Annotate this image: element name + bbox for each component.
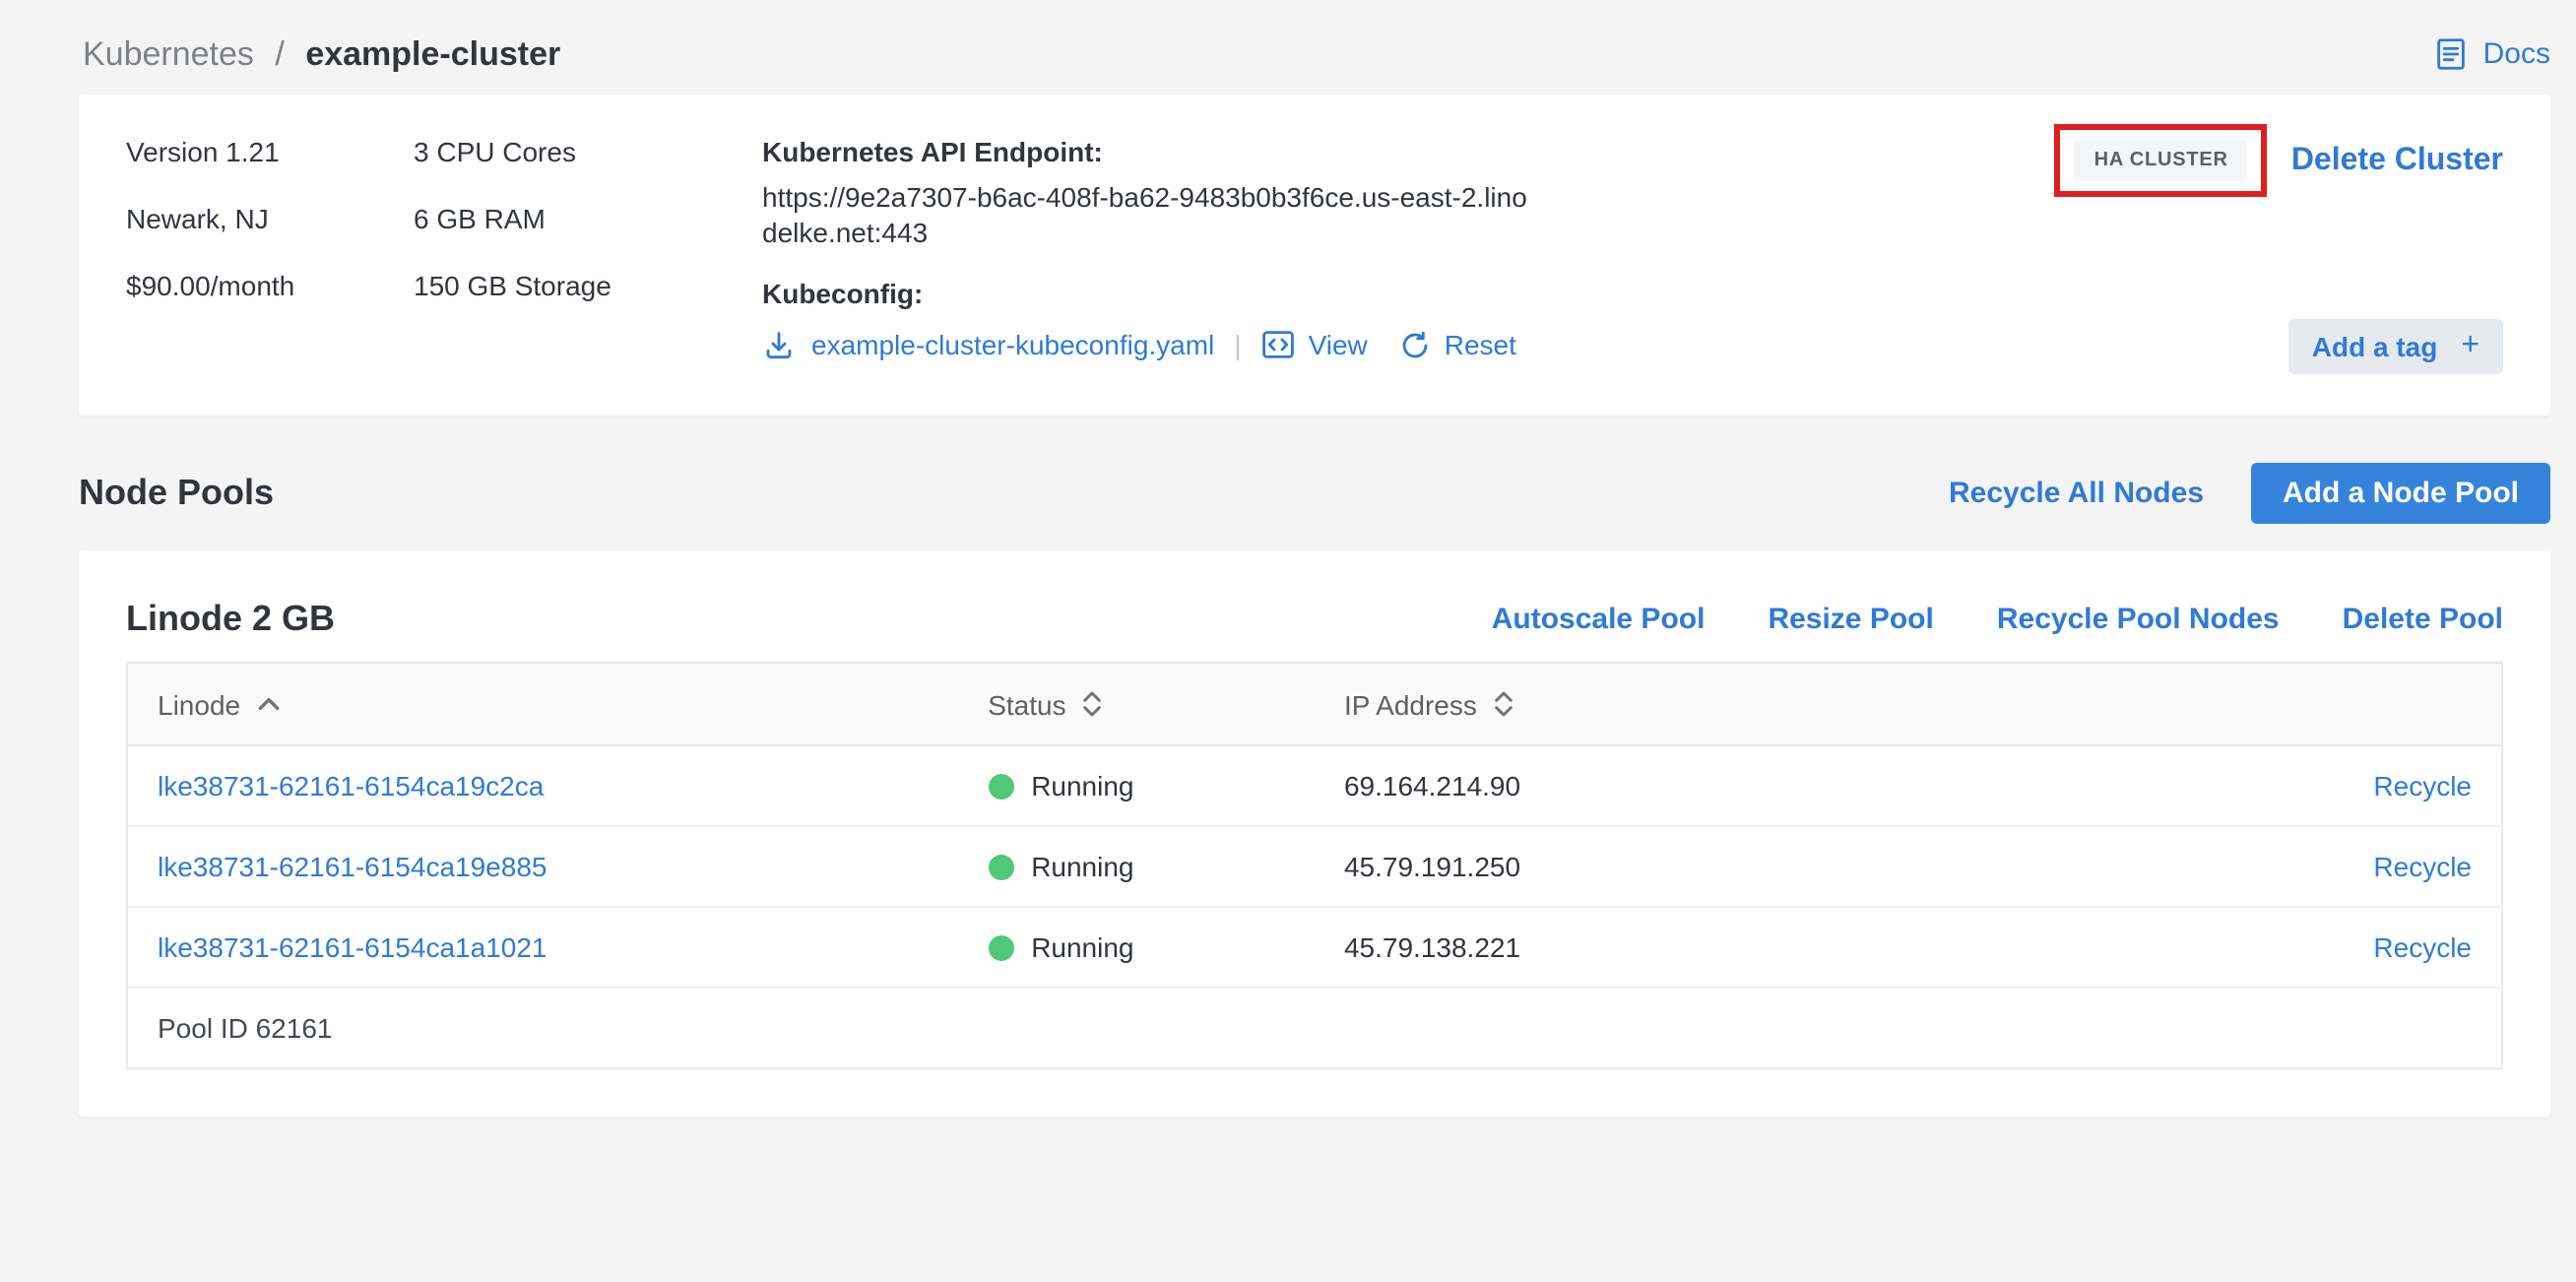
cluster-ram: 6 GB RAM bbox=[414, 203, 762, 234]
ha-cluster-badge: HA CLUSTER bbox=[2075, 140, 2248, 181]
api-endpoint-label: Kubernetes API Endpoint: bbox=[762, 136, 1550, 167]
delete-pool-button[interactable]: Delete Pool bbox=[2343, 603, 2503, 636]
node-ip: 69.164.214.90 bbox=[1344, 770, 1520, 801]
node-row: lke38731-62161-6154ca19e885 Running 45.7… bbox=[127, 826, 2502, 907]
node-ip: 45.79.191.250 bbox=[1344, 851, 1520, 882]
column-header-ip-address[interactable]: IP Address bbox=[1315, 663, 1908, 745]
cluster-storage: 150 GB Storage bbox=[414, 270, 762, 301]
view-code-icon bbox=[1261, 327, 1297, 362]
delete-cluster-button[interactable]: Delete Cluster bbox=[2291, 143, 2503, 178]
cluster-price: $90.00/month bbox=[126, 270, 414, 301]
status-label: Running bbox=[1031, 851, 1133, 882]
node-link[interactable]: lke38731-62161-6154ca1a1021 bbox=[158, 931, 547, 963]
sort-ascending-icon bbox=[256, 695, 282, 713]
nodes-table-header-row: Linode Status bbox=[127, 663, 2502, 745]
node-ip: 45.79.138.221 bbox=[1344, 931, 1520, 963]
download-icon bbox=[762, 328, 796, 361]
autoscale-pool-button[interactable]: Autoscale Pool bbox=[1492, 603, 1706, 636]
api-endpoint-url: https://9e2a7307-b6ac-408f-ba62-9483b0b3… bbox=[762, 179, 1534, 250]
pool-action-links: Autoscale Pool Resize Pool Recycle Pool … bbox=[1492, 603, 2503, 636]
nodes-table: Linode Status bbox=[126, 662, 2503, 1069]
recycle-node-button[interactable]: Recycle bbox=[2373, 770, 2472, 801]
sort-both-icon bbox=[1082, 687, 1104, 721]
reset-label: Reset bbox=[1445, 329, 1516, 360]
node-status: Running bbox=[988, 851, 1285, 882]
node-pools-actions: Recycle All Nodes Add a Node Pool bbox=[1949, 463, 2550, 524]
kubeconfig-reset-button[interactable]: Reset bbox=[1399, 328, 1516, 361]
column-header-actions bbox=[1908, 663, 2502, 745]
status-label: Running bbox=[1031, 770, 1133, 801]
status-column-label: Status bbox=[988, 688, 1065, 720]
cluster-specs-column-2: 3 CPU Cores 6 GB RAM 150 GB Storage bbox=[414, 136, 762, 374]
add-tag-button[interactable]: Add a tag + bbox=[2288, 319, 2503, 374]
cluster-summary-card: Version 1.21 Newark, NJ $90.00/month 3 C… bbox=[79, 95, 2550, 416]
kubeconfig-view-button[interactable]: View bbox=[1261, 327, 1368, 362]
resize-pool-button[interactable]: Resize Pool bbox=[1768, 603, 1933, 636]
kubeconfig-separator: | bbox=[1234, 329, 1241, 360]
ha-cluster-row: HA CLUSTER Delete Cluster bbox=[2055, 124, 2503, 197]
reset-icon bbox=[1399, 328, 1433, 361]
kubeconfig-label: Kubeconfig: bbox=[762, 278, 1550, 309]
view-label: View bbox=[1309, 329, 1368, 360]
sort-both-icon bbox=[1493, 687, 1514, 721]
recycle-pool-nodes-button[interactable]: Recycle Pool Nodes bbox=[1997, 603, 2280, 636]
recycle-all-nodes-button[interactable]: Recycle All Nodes bbox=[1949, 477, 2204, 510]
cluster-specs-column-1: Version 1.21 Newark, NJ $90.00/month bbox=[126, 136, 414, 374]
status-running-dot bbox=[988, 854, 1013, 879]
breadcrumb: Kubernetes / example-cluster bbox=[83, 34, 560, 74]
lke-cluster-detail-page: Kubernetes / example-cluster Docs bbox=[0, 0, 2576, 1282]
column-header-status[interactable]: Status bbox=[958, 663, 1315, 745]
status-label: Running bbox=[1031, 931, 1133, 963]
top-bar: Kubernetes / example-cluster Docs bbox=[79, 0, 2550, 83]
node-link[interactable]: lke38731-62161-6154ca19e885 bbox=[158, 851, 547, 882]
cluster-cpu: 3 CPU Cores bbox=[414, 136, 762, 167]
docs-link[interactable]: Docs bbox=[2432, 35, 2550, 73]
node-pools-header: Node Pools Recycle All Nodes Add a Node … bbox=[79, 463, 2550, 524]
pool-id-label: Pool ID 62161 bbox=[158, 1012, 332, 1044]
kubeconfig-actions-row: example-cluster-kubeconfig.yaml | View bbox=[762, 327, 1550, 362]
status-running-dot bbox=[988, 773, 1013, 799]
pool-name: Linode 2 GB bbox=[126, 599, 335, 640]
cluster-version: Version 1.21 bbox=[126, 136, 414, 167]
column-header-linode[interactable]: Linode bbox=[127, 663, 958, 745]
breadcrumb-separator: / bbox=[275, 34, 284, 72]
docs-icon bbox=[2432, 35, 2470, 73]
ip-address-column-label: IP Address bbox=[1344, 688, 1477, 720]
api-endpoint-block: Kubernetes API Endpoint: https://9e2a730… bbox=[762, 136, 1550, 374]
add-node-pool-button[interactable]: Add a Node Pool bbox=[2251, 463, 2550, 524]
kubeconfig-filename: example-cluster-kubeconfig.yaml bbox=[811, 329, 1214, 360]
breadcrumb-kubernetes-link[interactable]: Kubernetes bbox=[83, 34, 254, 72]
red-highlight-annotation: HA CLUSTER bbox=[2055, 124, 2268, 197]
node-pools-title: Node Pools bbox=[79, 473, 274, 514]
node-pool-card: Linode 2 GB Autoscale Pool Resize Pool R… bbox=[79, 551, 2550, 1117]
recycle-node-button[interactable]: Recycle bbox=[2373, 931, 2472, 963]
kubeconfig-download-link[interactable]: example-cluster-kubeconfig.yaml bbox=[762, 328, 1214, 361]
breadcrumb-current-cluster: example-cluster bbox=[305, 34, 560, 72]
pool-id-row: Pool ID 62161 bbox=[127, 988, 2502, 1068]
recycle-node-button[interactable]: Recycle bbox=[2373, 851, 2472, 882]
node-row: lke38731-62161-6154ca1a1021 Running 45.7… bbox=[127, 907, 2502, 988]
pool-card-header: Linode 2 GB Autoscale Pool Resize Pool R… bbox=[126, 599, 2503, 640]
node-status: Running bbox=[988, 931, 1285, 963]
docs-label: Docs bbox=[2483, 37, 2550, 71]
add-tag-label: Add a tag bbox=[2312, 331, 2438, 362]
linode-column-label: Linode bbox=[158, 688, 240, 720]
node-link[interactable]: lke38731-62161-6154ca19c2ca bbox=[158, 770, 544, 801]
summary-card-right: HA CLUSTER Delete Cluster Add a tag + bbox=[2055, 136, 2503, 374]
node-row: lke38731-62161-6154ca19c2ca Running 69.1… bbox=[127, 745, 2502, 826]
plus-icon: + bbox=[2461, 329, 2479, 364]
node-status: Running bbox=[988, 770, 1285, 801]
status-running-dot bbox=[988, 934, 1013, 960]
cluster-region: Newark, NJ bbox=[126, 203, 414, 234]
